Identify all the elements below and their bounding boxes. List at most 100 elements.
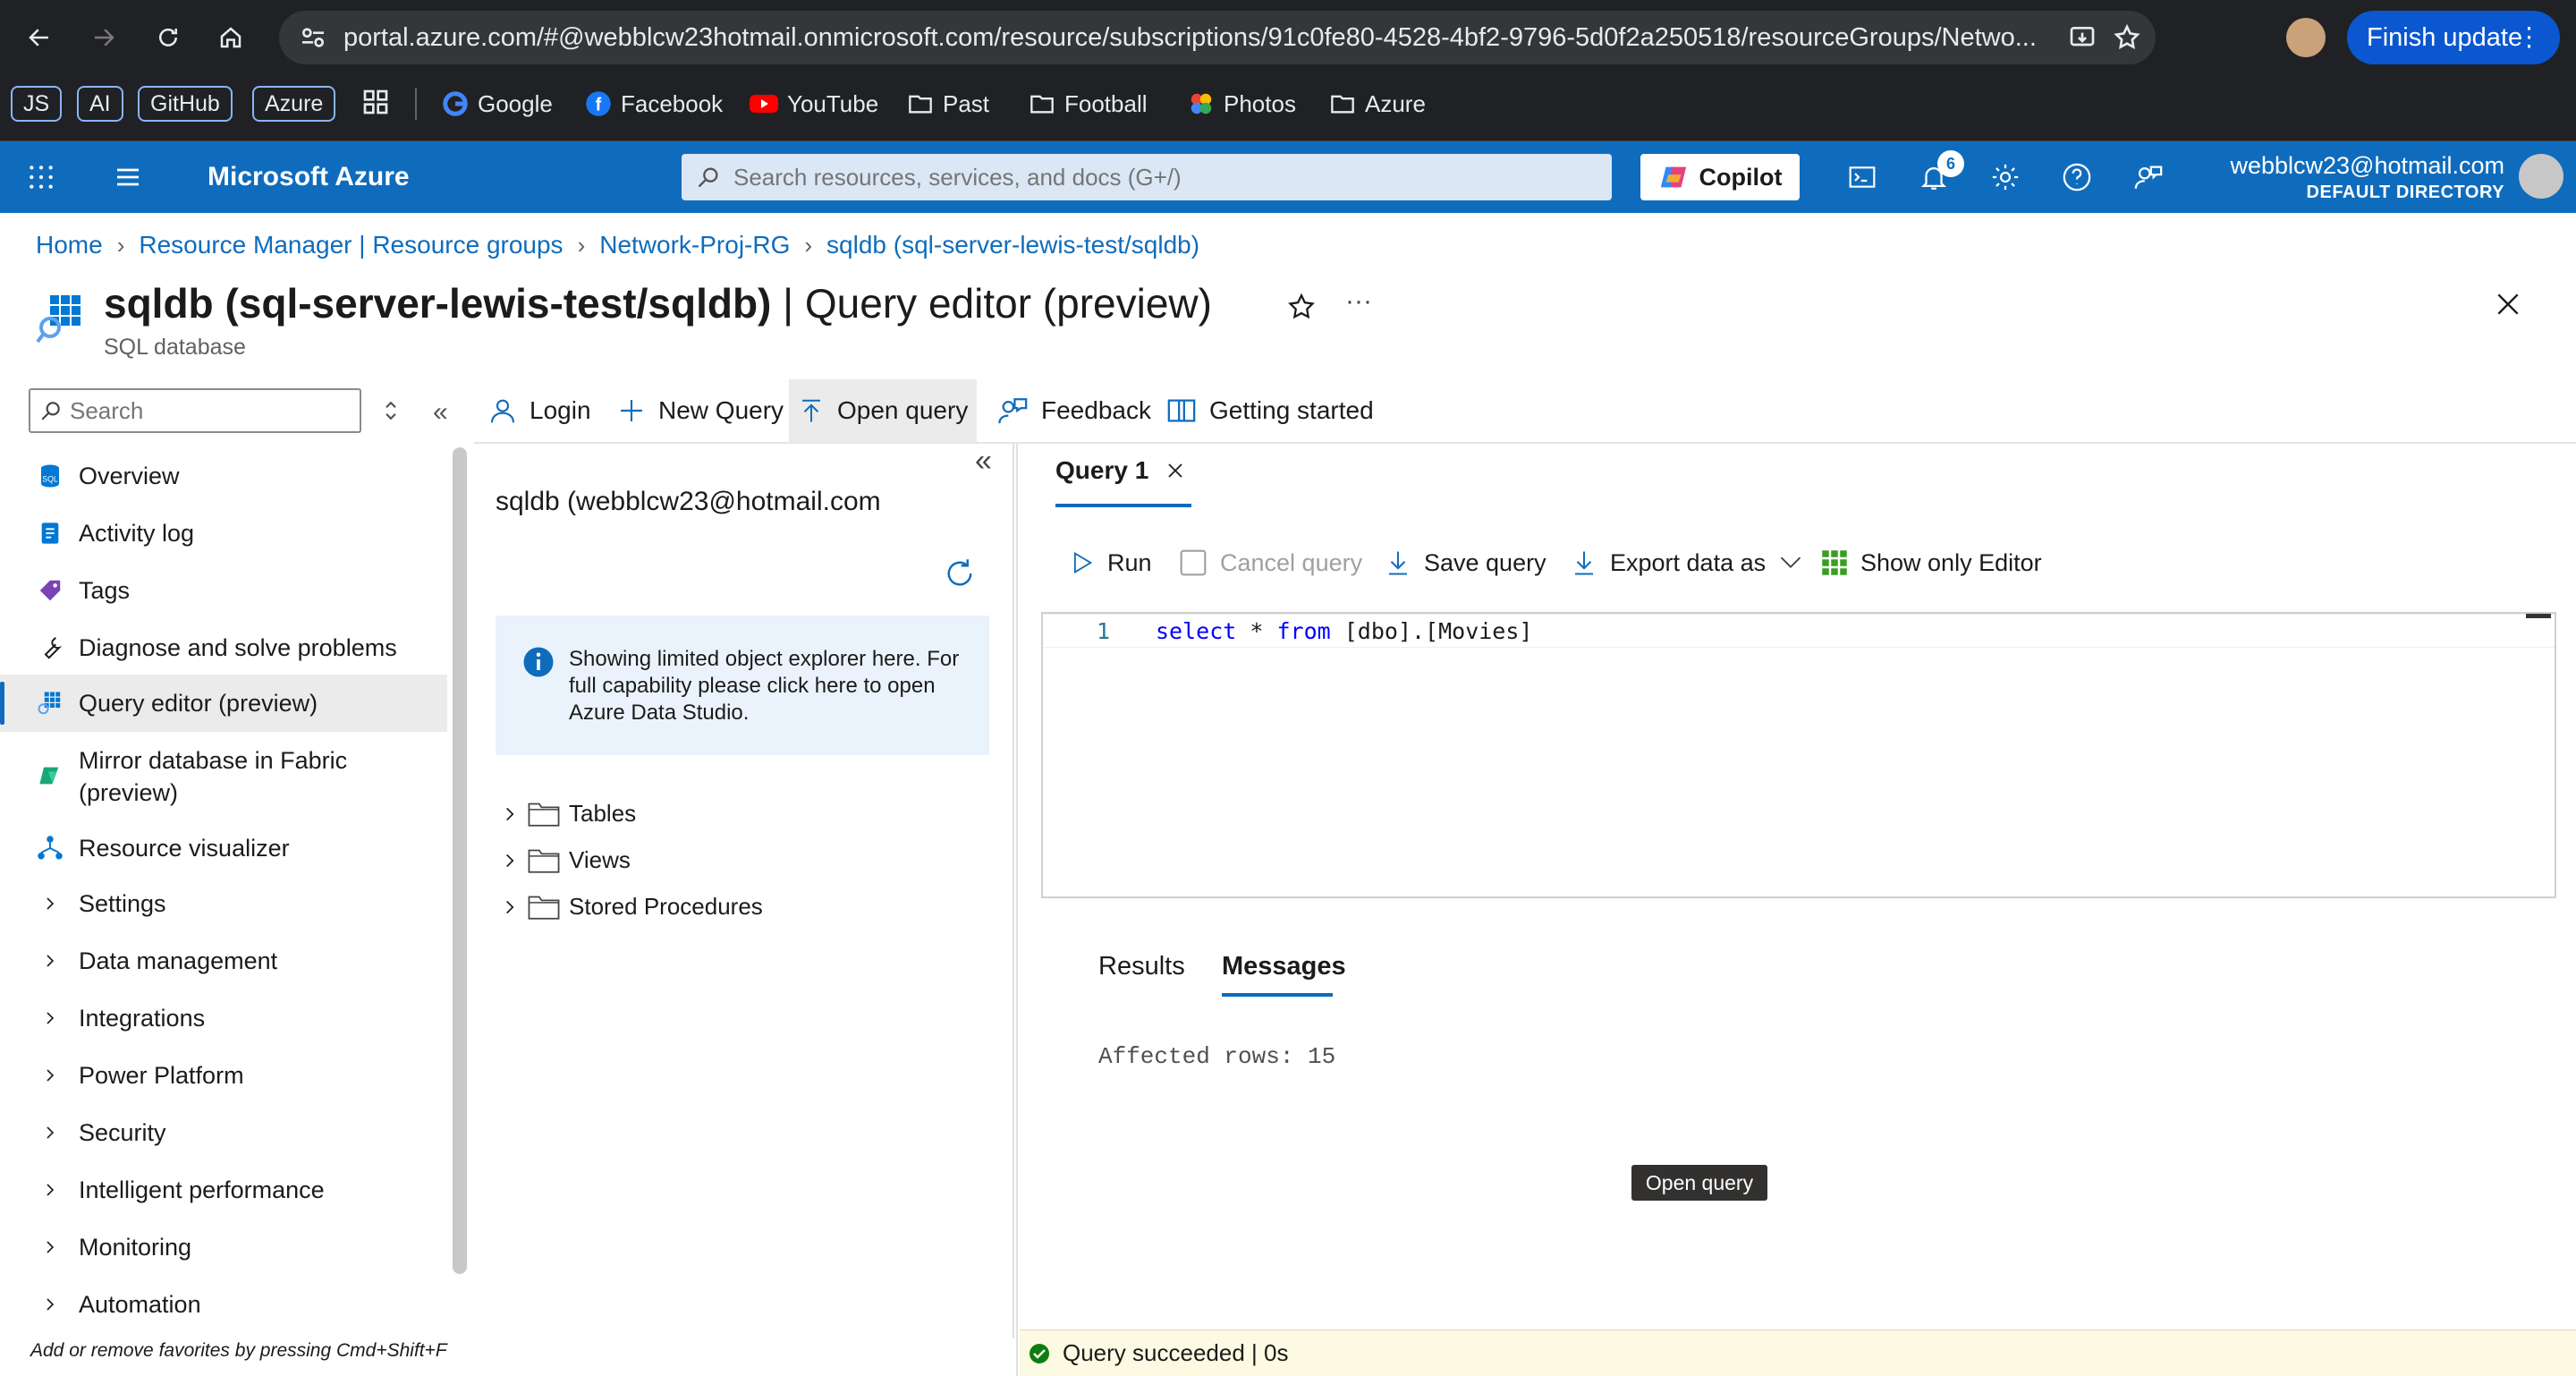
nav-group-automation[interactable]: Automation [0,1287,447,1322]
collapse-nav-icon[interactable]: « [433,397,448,428]
info-banner[interactable]: Showing limited object explorer here. Fo… [496,616,989,755]
bookmark-past[interactable]: Past [907,86,989,122]
azure-brand[interactable]: Microsoft Azure [208,141,410,213]
getting-started-button[interactable]: Getting started [1157,379,1383,442]
breadcrumb-database[interactable]: sqldb (sql-server-lewis-test/sqldb) [826,231,1199,259]
nav-group-integrations[interactable]: Integrations [0,1000,447,1036]
profile-avatar[interactable] [2286,18,2326,57]
editor-scrollbar-thumb[interactable] [2526,614,2551,618]
portal-menu-grid-icon[interactable] [27,163,55,191]
feedback-person-icon[interactable] [2113,141,2184,213]
forward-icon[interactable] [79,13,129,63]
finish-update-button[interactable]: Finish update ⋮ [2347,11,2560,64]
nav-item-diagnose[interactable]: Diagnose and solve problems [0,630,447,666]
code-line[interactable]: 1 select * from [dbo].[Movies] [1043,614,2555,648]
nav-group-intelligent-performance[interactable]: Intelligent performance [0,1172,447,1208]
bookmark-football[interactable]: Football [1029,86,1148,122]
feedback-button[interactable]: Feedback [989,379,1160,442]
cancel-query-button[interactable]: Cancel query [1179,542,1362,583]
bookmark-facebook[interactable]: f Facebook [585,86,723,122]
sort-updown-icon[interactable] [381,397,401,424]
nav-group-monitoring[interactable]: Monitoring [0,1229,447,1265]
account-email[interactable]: webblcw23@hotmail.com [2191,152,2504,180]
bookmark-azure-chip[interactable]: Azure [252,86,336,122]
play-icon [1070,549,1095,576]
editor-divider[interactable] [1016,444,1018,1376]
nav-item-activity-log[interactable]: Activity log [0,515,447,551]
show-only-editor-button[interactable]: Show only Editor [1821,542,2042,583]
nav-item-mirror-fabric[interactable]: Mirror database in Fabric (preview) [0,744,447,812]
apps-grid-icon[interactable] [361,88,390,116]
refresh-icon[interactable] [941,555,979,592]
nav-group-security[interactable]: Security [0,1115,447,1151]
install-app-icon[interactable] [2068,23,2097,52]
run-button[interactable]: Run [1070,542,1152,583]
bookmark-star-icon[interactable] [2113,23,2141,52]
global-search-box[interactable] [682,154,1612,200]
account-avatar[interactable] [2519,154,2563,199]
home-icon[interactable] [206,13,256,63]
tree-node-stored-procedures[interactable]: Stored Procedures [501,893,763,921]
tab-messages[interactable]: Messages [1222,952,1346,981]
tab-results[interactable]: Results [1098,952,1185,981]
more-actions-icon[interactable]: ··· [1345,286,1372,317]
cancel-query-label: Cancel query [1220,548,1363,576]
nav-group-data-management[interactable]: Data management [0,943,447,979]
nav-item-overview[interactable]: SQL Overview [0,458,447,494]
save-query-button[interactable]: Save query [1385,542,1546,583]
nav-search-input[interactable] [70,390,356,431]
tab-query-1[interactable]: Query 1 [1055,456,1186,485]
export-data-dropdown[interactable]: Export data as [1571,542,1803,583]
new-query-button[interactable]: New Query [608,379,792,442]
bookmark-github[interactable]: GitHub [138,86,233,122]
global-search-input[interactable] [733,154,1592,200]
cloud-shell-icon[interactable] [1826,141,1898,213]
address-bar[interactable]: portal.azure.com/#@webblcw23hotmail.onmi… [279,11,2156,64]
sql-code-editor[interactable]: 1 select * from [dbo].[Movies] [1041,612,2556,898]
nav-search-box[interactable] [29,388,361,433]
copilot-button[interactable]: Copilot [1640,154,1800,200]
bookmark-photos[interactable]: Photos [1188,86,1296,122]
plus-icon [617,396,646,425]
login-button[interactable]: Login [479,379,600,442]
notifications-bell-icon[interactable]: 6 [1898,141,1970,213]
nav-item-label: Settings [79,889,166,917]
nav-scrollbar[interactable] [453,447,467,1274]
nav-item-tags[interactable]: Tags [0,573,447,608]
sql-statement[interactable]: select * from [dbo].[Movies] [1156,618,1532,644]
bookmark-youtube[interactable]: YouTube [750,86,878,122]
page-title: sqldb (sql-server-lewis-test/sqldb) | Qu… [104,279,1212,327]
notification-count-badge: 6 [1937,150,1964,177]
close-blade-icon[interactable] [2494,290,2522,319]
bookmark-ai[interactable]: AI [77,86,123,122]
reload-icon[interactable] [143,13,193,63]
collapse-explorer-icon[interactable]: « [975,444,992,479]
settings-gear-icon[interactable] [1970,141,2041,213]
open-query-button[interactable]: Open query [789,379,978,442]
close-tab-icon[interactable] [1165,460,1186,481]
breadcrumb-home[interactable]: Home [36,231,103,259]
bookmark-js[interactable]: JS [11,86,63,122]
page-subtitle: SQL database [104,335,246,360]
nav-item-resource-visualizer[interactable]: Resource visualizer [0,830,447,866]
nav-group-settings[interactable]: Settings [0,886,447,922]
nav-item-query-editor[interactable]: Query editor (preview) [0,675,447,732]
tab-query-1-label: Query 1 [1055,456,1149,484]
stop-square-icon [1179,548,1208,577]
hamburger-menu-icon[interactable] [113,163,143,191]
breadcrumb-resource-group[interactable]: Network-Proj-RG [599,231,790,259]
active-results-tab-indicator [1222,993,1333,997]
favorite-star-icon[interactable] [1286,292,1317,322]
tree-node-views[interactable]: Views [501,846,631,874]
tree-node-tables[interactable]: Tables [501,800,636,828]
url-text[interactable]: portal.azure.com/#@webblcw23hotmail.onmi… [343,11,2043,64]
export-data-label: Export data as [1610,548,1767,576]
bookmark-google[interactable]: Google [442,86,553,122]
breadcrumb-resource-groups[interactable]: Resource Manager | Resource groups [139,231,563,259]
help-question-icon[interactable] [2041,141,2113,213]
back-icon[interactable] [14,13,64,63]
bookmark-azure-folder[interactable]: Azure [1329,86,1426,122]
nav-group-power-platform[interactable]: Power Platform [0,1057,447,1093]
site-settings-icon[interactable] [299,23,327,52]
google-icon [442,90,469,117]
